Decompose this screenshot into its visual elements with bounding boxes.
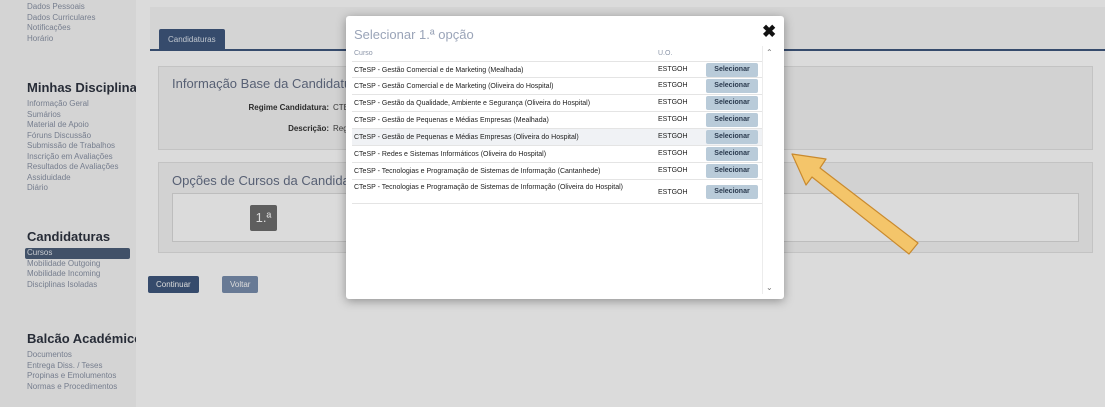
annotation-arrow-icon: [791, 153, 919, 255]
